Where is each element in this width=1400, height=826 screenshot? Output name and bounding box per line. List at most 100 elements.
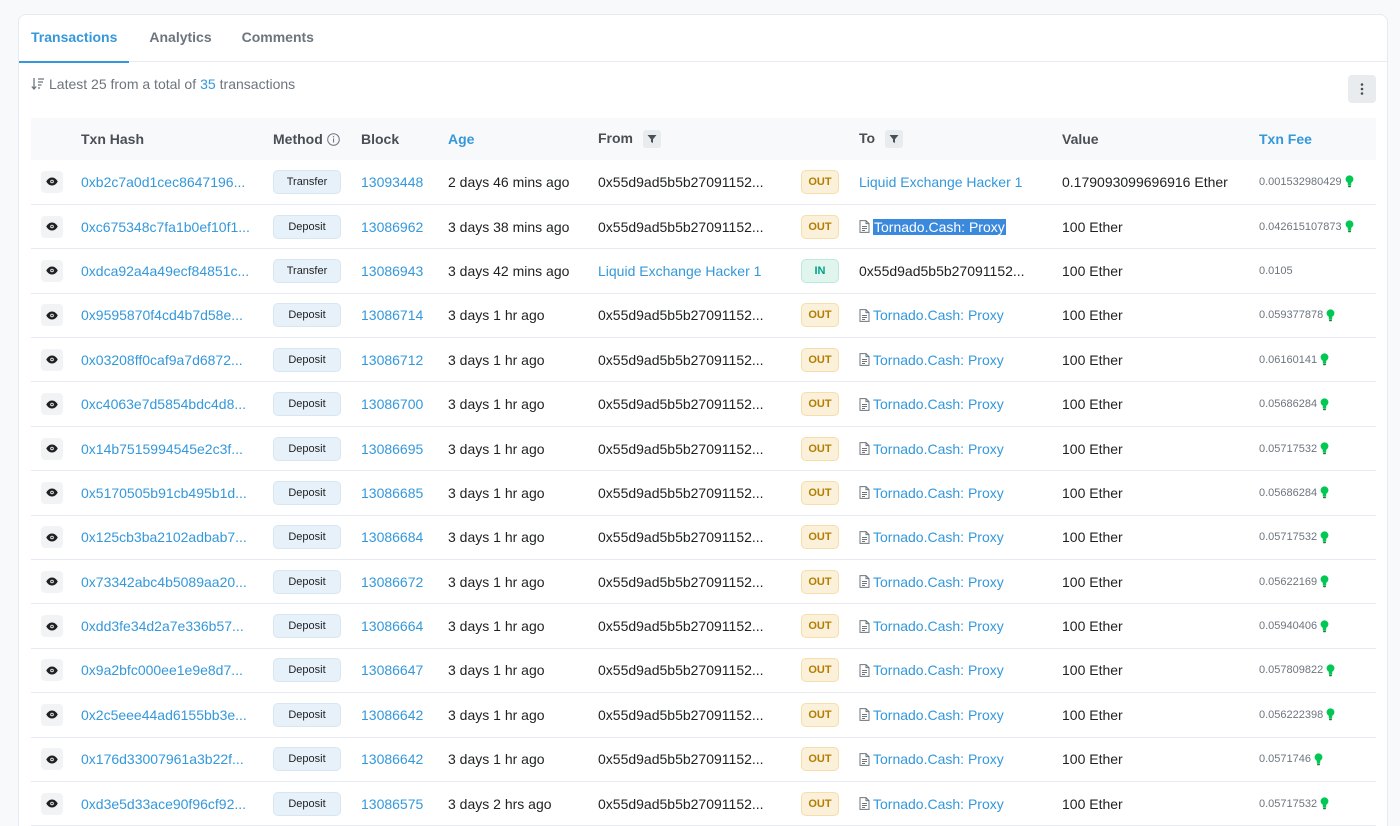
to-address-link[interactable]: Liquid Exchange Hacker 1 [859,174,1022,190]
block-link[interactable]: 13086695 [361,441,423,457]
view-transaction-button[interactable] [41,437,63,460]
block-link[interactable]: 13086664 [361,618,423,634]
block-link[interactable]: 13086575 [361,796,423,812]
to-address-link[interactable]: Tornado.Cash: Proxy [873,485,1004,501]
block-link[interactable]: 13086672 [361,574,423,590]
from-address[interactable]: 0x55d9ad5b5b27091152... [598,219,773,235]
to-address-link[interactable]: Tornado.Cash: Proxy [873,707,1004,723]
txn-hash-link[interactable]: 0xc675348c7fa1b0ef10f1... [81,219,253,235]
to-address-link[interactable]: Tornado.Cash: Proxy [873,662,1004,678]
txn-hash-link[interactable]: 0x73342abc4b5089aa20... [81,574,253,590]
txn-hash-link[interactable]: 0x2c5eee44ad6155bb3e... [81,707,253,723]
from-filter-button[interactable] [642,130,661,149]
contract-file-icon [859,752,870,766]
tab-bar: Transactions Analytics Comments [19,15,1387,63]
from-address[interactable]: 0x55d9ad5b5b27091152... [598,352,773,368]
block-cell: 13086685 [361,471,448,515]
view-transaction-button[interactable] [41,526,63,549]
method-cell: Deposit [273,382,361,426]
age-cell: 3 days 1 hr ago [448,351,545,368]
txn-fee-cell: 0.056222398 [1259,693,1376,737]
to-address[interactable]: 0x55d9ad5b5b27091152... [859,263,1034,279]
view-transaction-button[interactable] [41,170,63,193]
view-transaction-button[interactable] [41,393,63,416]
block-link[interactable]: 13086943 [361,263,423,279]
block-link[interactable]: 13086647 [361,662,423,678]
from-address[interactable]: 0x55d9ad5b5b27091152... [598,751,773,767]
from-address[interactable]: 0x55d9ad5b5b27091152... [598,707,773,723]
to-address-link[interactable]: Tornado.Cash: Proxy [873,618,1004,634]
txn-hash-link[interactable]: 0x9595870f4cd4b7d58e... [81,307,253,323]
to-address-link[interactable]: Tornado.Cash: Proxy [873,529,1004,545]
block-link[interactable]: 13086700 [361,396,423,412]
view-transaction-button[interactable] [41,659,63,682]
view-transaction-button[interactable] [41,259,63,282]
block-link[interactable]: 13093448 [361,174,423,190]
block-link[interactable]: 13086642 [361,707,423,723]
txn-hash-link[interactable]: 0xb2c7a0d1cec8647196... [81,174,253,190]
from-address[interactable]: 0x55d9ad5b5b27091152... [598,796,773,812]
from-address[interactable]: 0x55d9ad5b5b27091152... [598,441,773,457]
txn-hash-cell: 0xc675348c7fa1b0ef10f1... [81,204,273,248]
txn-hash-link[interactable]: 0xdca92a4a49ecf84851c... [81,263,253,279]
tab-comments[interactable]: Comments [230,15,326,62]
view-transaction-button[interactable] [41,215,63,238]
block-link[interactable]: 13086712 [361,352,423,368]
txn-hash-link[interactable]: 0x5170505b91cb495b1d... [81,485,253,501]
txn-hash-link[interactable]: 0xc4063e7d5854bdc4d8... [81,396,253,412]
block-cell: 13086684 [361,515,448,559]
to-address-link[interactable]: Tornado.Cash: Proxy [873,307,1004,323]
to-address-link[interactable]: Tornado.Cash: Proxy [873,396,1004,412]
from-address[interactable]: 0x55d9ad5b5b27091152... [598,174,773,190]
view-transaction-button[interactable] [41,348,63,371]
view-transaction-button[interactable] [41,570,63,593]
more-options-button[interactable] [1348,75,1376,103]
view-transaction-button[interactable] [41,481,63,504]
view-transaction-button[interactable] [41,703,63,726]
view-transaction-button[interactable] [41,304,63,327]
block-link[interactable]: 13086962 [361,219,423,235]
txn-hash-link[interactable]: 0x125cb3ba2102adbab7... [81,529,253,545]
block-link[interactable]: 13086684 [361,529,423,545]
txn-hash-link[interactable]: 0xdd3fe34d2a7e336b57... [81,618,253,634]
txn-hash-link[interactable]: 0x9a2bfc000ee1e9e8d7... [81,662,253,678]
txn-hash-link[interactable]: 0x03208ff0caf9a7d6872... [81,352,253,368]
txn-hash-link[interactable]: 0xd3e5d33ace90f96cf92... [81,796,253,812]
direction-badge: OUT [801,747,839,772]
view-transaction-button[interactable] [41,792,63,815]
view-transaction-button[interactable] [41,615,63,638]
block-link[interactable]: 13086642 [361,751,423,767]
value-cell: 100 Ether [1062,218,1123,235]
block-link[interactable]: 13086714 [361,307,423,323]
header-method: Method [273,118,361,160]
from-address[interactable]: 0x55d9ad5b5b27091152... [598,396,773,412]
view-transaction-button[interactable] [41,748,63,771]
block-link[interactable]: 13086685 [361,485,423,501]
tab-transactions[interactable]: Transactions [19,15,130,63]
txn-hash-link[interactable]: 0x176d33007961a3b22f... [81,751,253,767]
to-address-link[interactable]: Tornado.Cash: Proxy [873,218,1006,235]
to-address-link[interactable]: Tornado.Cash: Proxy [873,751,1004,767]
info-icon[interactable] [326,133,340,146]
from-address[interactable]: 0x55d9ad5b5b27091152... [598,662,773,678]
transactions-card: Transactions Analytics Comments Latest 2… [18,14,1388,826]
from-address[interactable]: 0x55d9ad5b5b27091152... [598,574,773,590]
method-badge: Transfer [273,258,341,283]
to-address-link[interactable]: Tornado.Cash: Proxy [873,796,1004,812]
to-filter-button[interactable] [884,130,903,149]
from-address[interactable]: 0x55d9ad5b5b27091152... [598,618,773,634]
header-age[interactable]: Age [448,118,598,160]
header-txn-fee[interactable]: Txn Fee [1259,118,1376,160]
eye-icon [46,311,58,320]
txn-hash-link[interactable]: 0x14b7515994545e2c3f... [81,441,253,457]
from-address[interactable]: 0x55d9ad5b5b27091152... [598,485,773,501]
tab-analytics[interactable]: Analytics [137,15,223,62]
from-address-link[interactable]: Liquid Exchange Hacker 1 [598,263,773,279]
to-address-link[interactable]: Tornado.Cash: Proxy [873,352,1004,368]
from-address[interactable]: 0x55d9ad5b5b27091152... [598,307,773,323]
table-row: 0x14b7515994545e2c3f... Deposit 13086695… [31,426,1376,471]
from-address[interactable]: 0x55d9ad5b5b27091152... [598,529,773,545]
to-address-link[interactable]: Tornado.Cash: Proxy [873,441,1004,457]
total-transactions-count[interactable]: 35 [200,76,216,92]
to-address-link[interactable]: Tornado.Cash: Proxy [873,574,1004,590]
